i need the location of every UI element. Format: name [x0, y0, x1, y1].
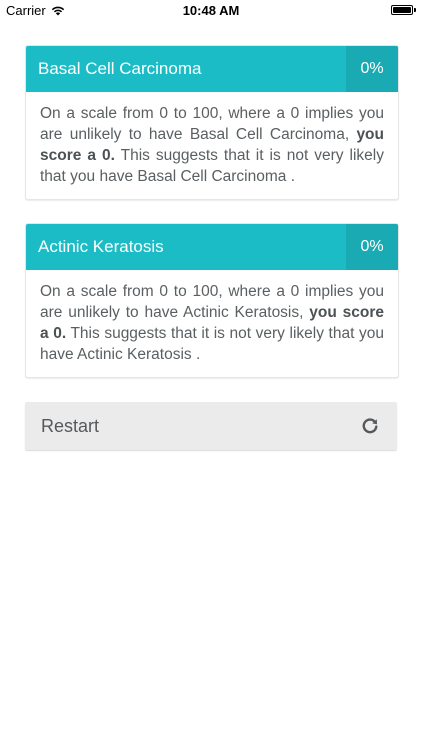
refresh-icon [362, 418, 378, 434]
result-card-title: Basal Cell Carcinoma [38, 59, 202, 78]
result-card-basal-cell-carcinoma: Basal Cell Carcinoma 0% On a scale from … [25, 45, 399, 200]
battery-tip [414, 8, 416, 12]
description-conclusion: This suggests that it is not very likely… [40, 325, 384, 363]
result-description: On a scale from 0 to 100, where a 0 impl… [26, 270, 398, 377]
result-card-actinic-keratosis: Actinic Keratosis 0% On a scale from 0 t… [25, 223, 399, 378]
restart-label: Restart [41, 415, 100, 436]
description-text: On a scale from 0 to 100, where a 0 impl… [40, 105, 384, 143]
result-card-header: Actinic Keratosis 0% [26, 224, 398, 270]
restart-button[interactable]: Restart [25, 402, 397, 450]
battery-icon [391, 5, 413, 15]
result-card-header: Basal Cell Carcinoma 0% [26, 46, 398, 92]
result-description: On a scale from 0 to 100, where a 0 impl… [26, 92, 398, 199]
clock: 10:48 AM [182, 3, 240, 18]
result-card-title: Actinic Keratosis [38, 237, 164, 256]
status-bar: Carrier 10:48 AM [0, 0, 422, 22]
result-score: 0% [346, 224, 398, 270]
result-score: 0% [346, 46, 398, 92]
status-right [391, 5, 416, 15]
